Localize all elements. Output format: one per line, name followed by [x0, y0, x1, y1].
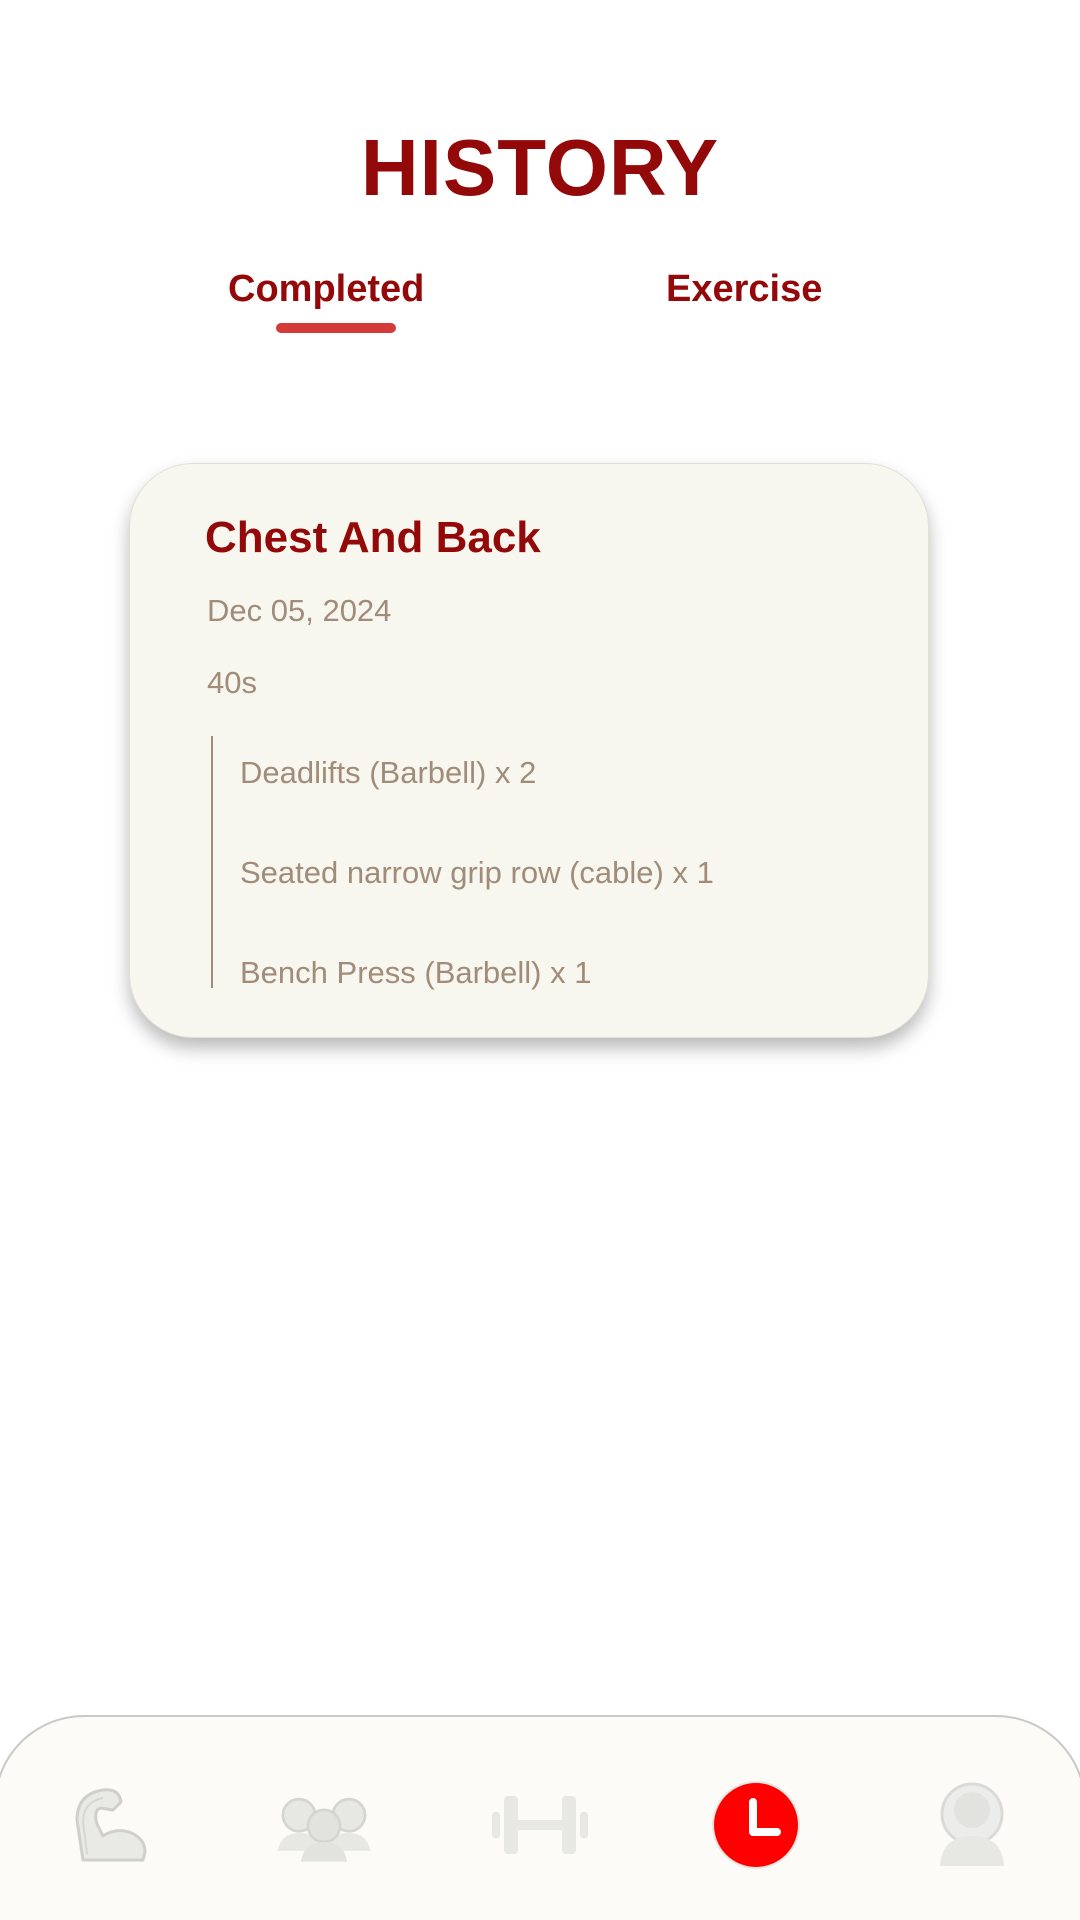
nav-item-history[interactable] — [706, 1775, 806, 1875]
workout-card[interactable]: Chest And Back Dec 05, 2024 40s Deadlift… — [129, 463, 929, 1038]
clock-icon — [712, 1781, 800, 1869]
page-title: HISTORY — [360, 123, 720, 212]
dumbbell-icon — [492, 1796, 588, 1854]
flexed-arm-icon — [75, 1788, 147, 1862]
exercise-list: Deadlifts (Barbell) x 2 Seated narrow gr… — [240, 754, 714, 1054]
exercise-item: Deadlifts (Barbell) x 2 — [240, 755, 537, 790]
nav-item-community[interactable] — [274, 1775, 374, 1875]
exercise-item: Seated narrow grip row (cable) x 1 — [240, 855, 714, 890]
workout-date: Dec 05, 2024 — [207, 593, 392, 628]
workout-duration: 40s — [207, 665, 257, 700]
workout-title: Chest And Back — [205, 513, 541, 562]
nav-item-workout[interactable] — [58, 1775, 158, 1875]
exercise-list-divider — [211, 736, 213, 988]
nav-item-exercises[interactable] — [490, 1775, 590, 1875]
active-tab-indicator — [276, 323, 396, 333]
history-screen: HISTORY Completed Exercise Chest And Bac… — [0, 0, 1080, 1920]
profile-icon — [940, 1782, 1004, 1866]
tab-exercise[interactable]: Exercise — [666, 270, 822, 308]
exercise-item: Bench Press (Barbell) x 1 — [240, 955, 592, 990]
tab-completed[interactable]: Completed — [228, 270, 424, 308]
group-icon — [277, 1797, 371, 1862]
nav-item-profile[interactable] — [922, 1775, 1022, 1875]
